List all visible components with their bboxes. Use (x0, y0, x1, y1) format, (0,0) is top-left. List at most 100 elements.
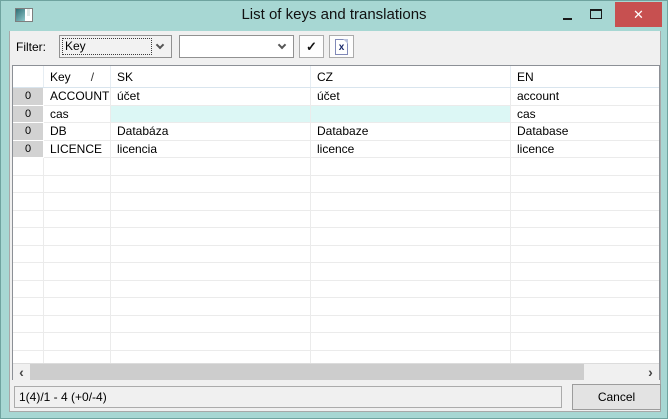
horizontal-scrollbar[interactable]: ‹ › (13, 363, 659, 380)
filter-field-value: Key (63, 39, 151, 54)
table-row-empty (13, 193, 659, 211)
bottom-bar: 1(4)/1 - 4 (+0/-4) Cancel (10, 380, 660, 411)
empty-cell (511, 211, 659, 229)
empty-cell (13, 193, 44, 211)
empty-cell (44, 351, 111, 364)
row-indicator-cell[interactable]: 0 (13, 123, 44, 141)
table-header: Key / SK CZ EN (13, 66, 659, 88)
cell-key[interactable]: DB (44, 123, 111, 141)
empty-cell (13, 351, 44, 364)
empty-cell (13, 316, 44, 334)
header-key-label: Key (50, 70, 71, 84)
header-en[interactable]: EN (511, 66, 659, 87)
empty-cell (111, 228, 311, 246)
cell-key[interactable]: ACCOUNT (44, 88, 111, 106)
scroll-right-button[interactable]: › (642, 364, 659, 380)
header-cz-label: CZ (317, 70, 333, 84)
close-button[interactable]: ✕ (615, 2, 662, 27)
empty-cell (111, 246, 311, 264)
cell-key[interactable]: LICENCE (44, 141, 111, 159)
empty-cell (44, 176, 111, 194)
empty-cell (44, 158, 111, 176)
maximize-icon (590, 9, 602, 19)
header-key[interactable]: Key / (44, 66, 111, 87)
table-row[interactable]: 0DBDatabázaDatabazeDatabase (13, 123, 659, 141)
scroll-left-button[interactable]: ‹ (13, 364, 30, 380)
empty-cell (111, 263, 311, 281)
cell-sk[interactable]: licencia (111, 141, 311, 159)
empty-cell (311, 228, 511, 246)
cell-en[interactable]: licence (511, 141, 659, 159)
cell-sk[interactable]: účet (111, 88, 311, 106)
titlebar[interactable]: List of keys and translations ✕ (1, 1, 667, 31)
header-cz[interactable]: CZ (311, 66, 511, 87)
minimize-button[interactable] (555, 1, 579, 27)
empty-cell (111, 281, 311, 299)
row-indicator-cell[interactable]: 0 (13, 88, 44, 106)
cell-cz[interactable]: účet (311, 88, 511, 106)
cancel-button[interactable]: Cancel (572, 384, 661, 410)
empty-cell (111, 211, 311, 229)
empty-cell (44, 228, 111, 246)
cell-key[interactable]: cas (44, 106, 111, 124)
row-indicator-cell[interactable]: 0 (13, 141, 44, 159)
empty-cell (13, 228, 44, 246)
filter-value-input[interactable] (183, 39, 273, 54)
cell-cz[interactable] (311, 106, 511, 124)
header-sk[interactable]: SK (111, 66, 311, 87)
empty-cell (311, 316, 511, 334)
filter-value-dropdown[interactable] (179, 35, 294, 58)
empty-cell (511, 333, 659, 351)
empty-cell (13, 298, 44, 316)
maximize-button[interactable] (583, 1, 609, 27)
empty-cell (13, 211, 44, 229)
filter-field-dropdown[interactable]: Key (59, 35, 172, 58)
empty-cell (511, 158, 659, 176)
sort-ascending-icon: / (91, 70, 94, 84)
chevron-down-icon (156, 41, 164, 49)
cell-en[interactable]: account (511, 88, 659, 106)
empty-cell (511, 176, 659, 194)
scrollbar-thumb[interactable] (30, 364, 584, 380)
empty-cell (311, 333, 511, 351)
empty-cell (13, 333, 44, 351)
cell-en[interactable]: cas (511, 106, 659, 124)
table-row[interactable]: 0ACCOUNTúčetúčetaccount (13, 88, 659, 106)
empty-cell (311, 298, 511, 316)
grid-panel: Key / SK CZ EN 0ACCOUNTúčetúčetaccount0c… (12, 65, 660, 381)
excel-export-icon: x (335, 39, 348, 55)
cell-cz[interactable]: Databaze (311, 123, 511, 141)
table-row[interactable]: 0LICENCElicencialicencelicence (13, 141, 659, 159)
empty-cell (44, 281, 111, 299)
close-icon: ✕ (633, 7, 644, 23)
empty-cell (311, 351, 511, 364)
chevron-down-icon (278, 41, 286, 49)
empty-cell (13, 158, 44, 176)
table-row-empty (13, 351, 659, 364)
table-row-empty (13, 158, 659, 176)
empty-cell (511, 228, 659, 246)
export-excel-button[interactable]: x (329, 35, 354, 58)
apply-filter-button[interactable]: ✓ (299, 35, 324, 58)
cell-sk[interactable]: Databáza (111, 123, 311, 141)
table-row[interactable]: 0cascas (13, 106, 659, 124)
window: List of keys and translations ✕ Filter: … (0, 0, 668, 419)
empty-cell (44, 193, 111, 211)
table-row-empty (13, 211, 659, 229)
status-text: 1(4)/1 - 4 (+0/-4) (19, 390, 107, 404)
filter-bar: Filter: Key ✓ x (10, 31, 660, 65)
empty-cell (311, 158, 511, 176)
table-row-empty (13, 176, 659, 194)
scroll-left-icon: ‹ (19, 364, 24, 380)
cell-en[interactable]: Database (511, 123, 659, 141)
page-fold-icon (343, 39, 348, 44)
cell-sk[interactable] (111, 106, 311, 124)
table-row-empty (13, 298, 659, 316)
empty-cell (111, 158, 311, 176)
row-indicator-cell[interactable]: 0 (13, 106, 44, 124)
scrollbar-track[interactable] (30, 364, 642, 380)
empty-cell (511, 246, 659, 264)
cell-cz[interactable]: licence (311, 141, 511, 159)
check-icon: ✓ (306, 40, 317, 53)
empty-cell (13, 281, 44, 299)
